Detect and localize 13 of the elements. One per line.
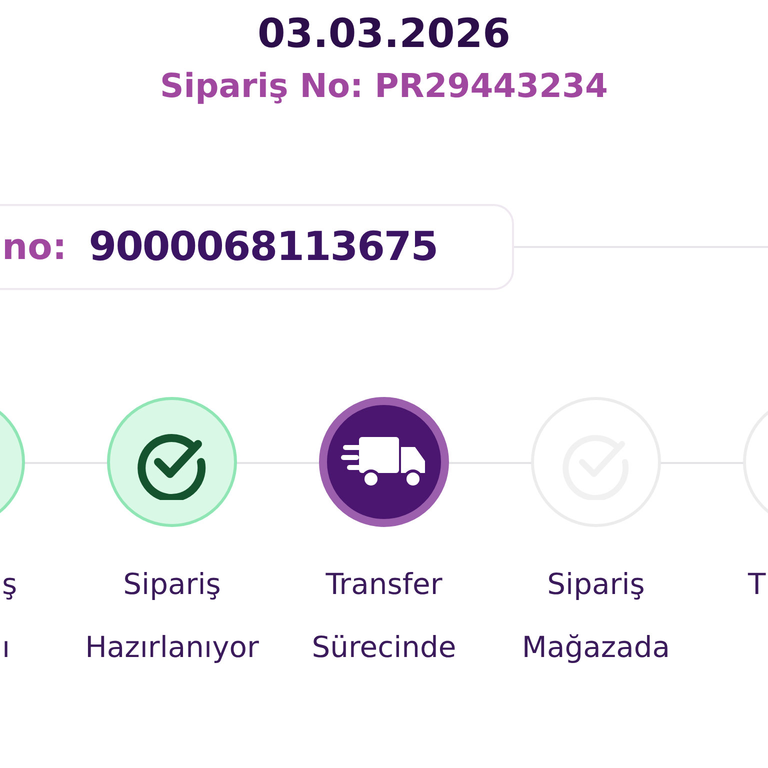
step-label: Mağazada (522, 629, 670, 666)
order-date: 03.03.2026 (257, 10, 511, 59)
order-number: Sipariş No: PR29443234 (160, 65, 608, 107)
step-label: Sipariş (547, 566, 645, 603)
step-label: Sürecinde (312, 629, 456, 666)
tracking-label: no: (2, 226, 67, 268)
step-label: Sipariş (123, 566, 221, 603)
step-label: ş (2, 566, 18, 603)
step-label: T (748, 566, 766, 603)
step-label: Hazırlanıyor (85, 629, 259, 666)
step-label: ı (2, 629, 10, 666)
tracking-number: 9000068113675 (88, 224, 438, 270)
step-label: Transfer (326, 566, 442, 603)
